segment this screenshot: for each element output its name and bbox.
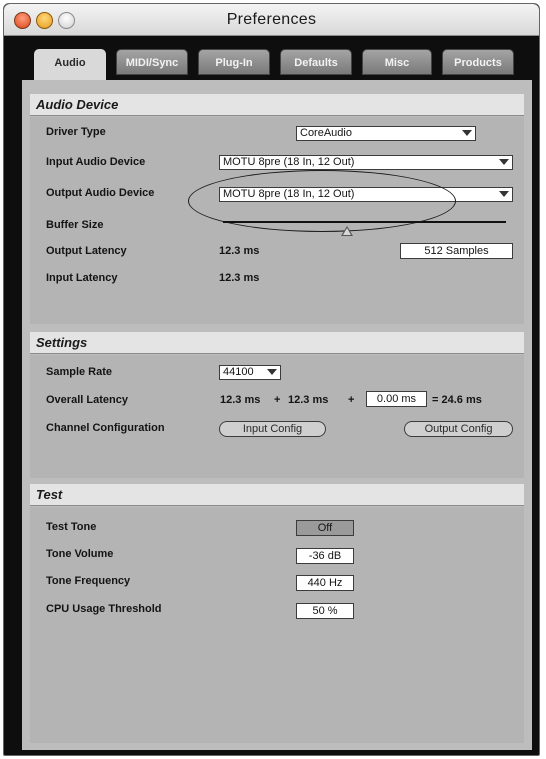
preferences-window: Preferences Audio MIDI/Sync Plug-In Defa… [3,3,540,756]
test-tone-label: Test Tone [46,521,97,533]
test-heading: Test [30,484,524,506]
tab-defaults[interactable]: Defaults [280,49,352,75]
tone-frequency-label: Tone Frequency [46,575,131,587]
buffer-size-slider-track[interactable] [223,221,506,223]
output-latency-label: Output Latency [46,245,127,257]
driver-type-value: CoreAudio [300,127,352,139]
overall-latency-total: = 24.6 ms [432,394,482,406]
chevron-down-icon [462,130,472,136]
tone-volume-field[interactable]: -36 dB [296,548,354,564]
input-audio-device-dropdown[interactable]: MOTU 8pre (18 In, 12 Out) [219,155,513,170]
output-config-button[interactable]: Output Config [404,421,513,437]
tab-audio[interactable]: Audio [34,49,106,80]
tab-plug-in[interactable]: Plug-In [198,49,270,75]
tone-frequency-field[interactable]: 440 Hz [296,575,354,591]
output-audio-device-dropdown[interactable]: MOTU 8pre (18 In, 12 Out) [219,187,513,202]
tab-misc[interactable]: Misc [362,49,432,75]
overall-latency-label: Overall Latency [46,394,128,406]
preferences-panel: Audio Device Driver Type CoreAudio Input… [22,80,532,750]
chevron-down-icon [267,369,277,375]
output-audio-device-value: MOTU 8pre (18 In, 12 Out) [223,188,355,200]
tone-volume-label: Tone Volume [46,548,114,560]
chevron-down-icon [499,159,509,165]
sample-rate-label: Sample Rate [46,366,113,378]
input-config-button[interactable]: Input Config [219,421,326,437]
buffer-size-label: Buffer Size [46,219,104,231]
title-bar: Preferences [4,4,539,36]
sample-rate-dropdown[interactable]: 44100 [219,365,281,380]
extra-latency-field[interactable]: 0.00 ms [366,391,427,407]
tab-midi-sync[interactable]: MIDI/Sync [116,49,188,75]
sample-rate-value: 44100 [223,366,254,378]
input-audio-device-value: MOTU 8pre (18 In, 12 Out) [223,156,355,168]
overall-latency-b: 12.3 ms [288,394,329,406]
driver-type-label: Driver Type [46,126,106,138]
driver-type-dropdown[interactable]: CoreAudio [296,126,476,141]
cpu-usage-threshold-label: CPU Usage Threshold [46,603,162,615]
buffer-size-slider-thumb[interactable] [341,226,353,236]
output-latency-value: 12.3 ms [219,245,260,257]
input-audio-device-label: Input Audio Device [46,156,146,168]
chevron-down-icon [499,191,509,197]
output-audio-device-label: Output Audio Device [46,187,155,199]
tab-products[interactable]: Products [442,49,514,75]
settings-section: Sample Rate 44100 Overall Latency 12.3 m… [30,355,524,478]
audio-device-heading: Audio Device [30,94,524,116]
settings-heading: Settings [30,332,524,354]
audio-device-section: Driver Type CoreAudio Input Audio Device… [30,117,524,324]
window-title: Preferences [226,11,317,28]
overall-latency-plus-2: + [348,394,355,406]
test-tone-toggle[interactable]: Off [296,520,354,536]
overall-latency-a: 12.3 ms [220,394,261,406]
test-section: Test Tone Off Tone Volume -36 dB Tone Fr… [30,507,524,743]
overall-latency-plus-1: + [274,394,281,406]
input-latency-label: Input Latency [46,272,118,284]
cpu-usage-threshold-field[interactable]: 50 % [296,603,354,619]
input-latency-value: 12.3 ms [219,272,260,284]
channel-configuration-label: Channel Configuration [46,422,165,434]
buffer-samples-field[interactable]: 512 Samples [400,243,513,259]
